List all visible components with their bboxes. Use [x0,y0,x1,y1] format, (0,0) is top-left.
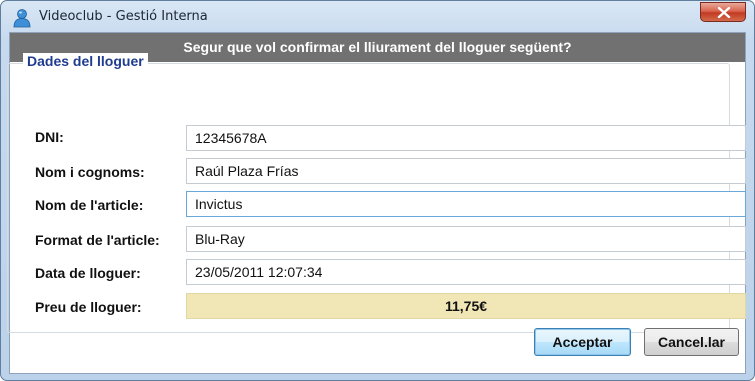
close-icon [717,7,731,18]
name-label: Nom i cognoms: [35,164,145,180]
close-button[interactable] [700,2,746,22]
price-value: 11,75€ [186,293,746,319]
title-bar[interactable]: Videoclub - Gestió Interna [1,1,754,33]
user-icon [12,8,32,28]
article-label: Nom de l'article: [35,197,144,213]
dialog-window: Videoclub - Gestió Interna Segur que vol… [0,0,755,381]
article-field[interactable]: Invictus [186,191,746,217]
date-label: Data de lloguer: [35,265,141,281]
format-label: Format de l'article: [35,232,160,248]
dni-label: DNI: [35,129,64,145]
format-field[interactable]: Blu-Ray [186,226,746,252]
rental-details-legend: Dades del lloguer [23,53,148,69]
name-field[interactable]: Raúl Plaza Frías [186,158,746,184]
date-field[interactable]: 23/05/2011 12:07:34 [186,259,746,285]
price-label: Preu de lloguer: [35,299,142,315]
accept-button[interactable]: Acceptar [534,328,631,356]
dni-field[interactable]: 12345678A [186,125,746,151]
cancel-button[interactable]: Cancel.lar [644,328,739,356]
window-title: Videoclub - Gestió Interna [39,9,208,24]
